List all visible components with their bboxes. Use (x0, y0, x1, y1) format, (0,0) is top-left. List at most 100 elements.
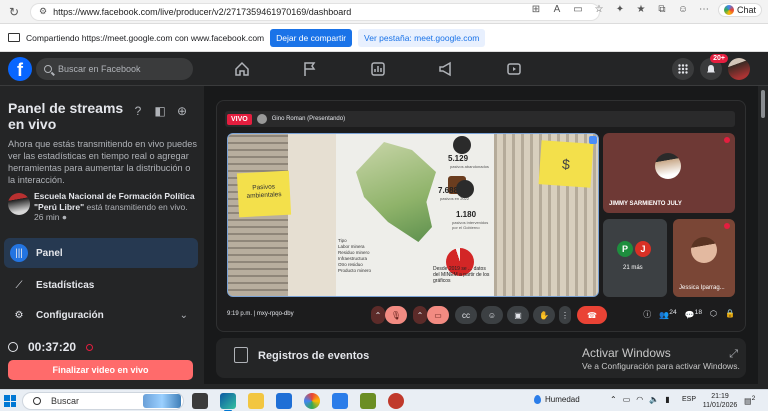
weather-widget[interactable]: Humedad (534, 395, 580, 404)
account-avatar[interactable] (728, 58, 750, 80)
participant-initial: P (617, 241, 633, 257)
edge-browser-icon[interactable] (220, 393, 236, 411)
stat-intervened-label: pasivos intervenidos por el Gobierno (452, 220, 489, 230)
camera-icon[interactable]: ▭ (571, 3, 585, 17)
map-legend: Tipo Labor minera Residuo minero Infraes… (338, 238, 371, 274)
copilot-icon (723, 5, 734, 15)
word-icon[interactable] (276, 393, 292, 409)
taskbar-clock[interactable]: 21:19 11/01/2026 (700, 392, 740, 410)
menu-item-label: Panel (36, 247, 63, 259)
live-dashboard-panel: Panel de streams en vivo ? ◧ ⊕ Ahora que… (0, 86, 204, 384)
slide-right-collage: $ (494, 134, 598, 296)
chat-icon[interactable]: 💬18 (685, 309, 702, 320)
collections-icon[interactable]: ⧉ (655, 3, 669, 17)
end-live-video-button[interactable]: Finalizar video en vivo (8, 360, 193, 380)
present-icon (589, 136, 597, 144)
streamer-time: 26 min (34, 212, 60, 222)
notifications-bell-icon[interactable]: 20+ (700, 54, 728, 80)
search-box[interactable] (36, 58, 193, 80)
reload-icon[interactable]: ↻ (6, 4, 22, 20)
participant-tile[interactable]: P J 21 más (603, 219, 667, 297)
favorite-star-icon[interactable]: ☆ (592, 3, 606, 17)
file-explorer-icon[interactable] (248, 393, 264, 409)
insights-icon[interactable] (370, 61, 386, 77)
raise-hand-button[interactable]: ✋ (533, 306, 555, 324)
mic-off-button[interactable]: 🎙 (385, 306, 407, 324)
panel-header-actions: ? ◧ ⊕ (132, 105, 188, 117)
participant-tile[interactable]: JIMMY SARMIENTO JULY (603, 133, 735, 213)
search-input[interactable] (58, 64, 188, 74)
app-available-icon[interactable]: ⊞ (529, 3, 543, 17)
event-log-title: Registros de eventos (258, 350, 370, 362)
volume-icon[interactable]: 🔈 (649, 395, 659, 404)
browser-actions: ⊞ A ▭ ☆ ✦ ★ ⧉ ☺ ⋯ Chat (529, 3, 762, 17)
streamer-info: Escuela Nacional de Formación Política "… (8, 191, 198, 225)
copilot-chat-button[interactable]: Chat (717, 3, 762, 17)
menu-item-settings[interactable]: ⚙ Configuración ⌄ (4, 300, 198, 330)
clock-time: 21:19 (711, 393, 729, 400)
activities-icon[interactable]: ⬡ (710, 309, 717, 320)
system-tray: ⌃ ▭ ◠ 🔈 ▮ (610, 395, 670, 404)
video-icon[interactable] (506, 61, 522, 77)
site-info-icon[interactable]: ⚙ (39, 6, 47, 17)
language-indicator[interactable]: ESP (682, 396, 696, 403)
tray-chevron-icon[interactable]: ⌃ (610, 395, 617, 404)
app-icon[interactable] (360, 393, 376, 409)
extensions-icon[interactable]: ✦ (613, 3, 627, 17)
windows-start-icon[interactable] (4, 395, 16, 407)
meeting-time: 9:19 p.m. (227, 311, 253, 317)
favorites-icon[interactable]: ★ (634, 3, 648, 17)
notif-count: 2 (751, 395, 756, 402)
view-tab-button[interactable]: Ver pestaña: meet.google.com (358, 28, 486, 47)
app-icon[interactable] (388, 393, 404, 409)
network-icon[interactable]: ▭ (623, 395, 631, 404)
chrome-icon[interactable] (304, 393, 320, 409)
taskbar-search[interactable]: Buscar (22, 392, 184, 410)
leave-call-button[interactable]: ☎ (577, 306, 607, 324)
scrollbar-thumb[interactable] (761, 90, 765, 118)
menu-item-label: Configuración (36, 309, 104, 321)
present-button[interactable]: ▣ (507, 306, 529, 324)
battery-icon[interactable]: ▮ (665, 395, 669, 404)
sticky-note-right: $ (538, 140, 594, 188)
pages-flag-icon[interactable] (302, 61, 318, 77)
wifi-icon[interactable]: ◠ (636, 395, 643, 404)
more-options-icon[interactable]: ⋮ (559, 306, 571, 324)
add-icon[interactable]: ⊕ (176, 105, 188, 117)
menu-item-panel[interactable]: ||| Panel (4, 238, 198, 268)
participant-avatar (655, 153, 681, 179)
task-view-icon[interactable] (192, 393, 208, 409)
stop-sharing-button[interactable]: Dejar de compartir (270, 28, 353, 47)
streamer-status: está transmitiendo en vivo. (84, 201, 188, 212)
help-icon[interactable]: ? (132, 105, 144, 117)
home-icon[interactable] (234, 61, 250, 77)
more-menu-icon[interactable]: ⋯ (697, 3, 711, 17)
streamer-avatar[interactable] (8, 193, 30, 215)
facebook-logo[interactable]: f (8, 57, 32, 81)
people-icon[interactable]: 👥24 (659, 309, 676, 320)
presenter-name: Gino Roman (Presentando) (271, 116, 346, 122)
watermark-title: Activar Windows (582, 346, 671, 360)
address-bar[interactable]: ⚙ https://www.facebook.com/live/producer… (30, 2, 600, 21)
windows-taskbar: Buscar Humedad ⌃ ▭ ◠ 🔈 ▮ ESP 21:19 11/01… (0, 389, 768, 411)
chat-label: Chat (736, 5, 756, 15)
ads-megaphone-icon[interactable] (438, 61, 454, 77)
lock-icon[interactable]: 🔒 (725, 309, 735, 320)
captions-button[interactable]: cc (455, 306, 477, 324)
menu-grid-icon[interactable] (672, 58, 694, 80)
read-aloud-icon[interactable]: A (550, 3, 564, 17)
participant-tile[interactable]: Jessica Iparrag... (673, 219, 735, 297)
emoji-button[interactable]: ☺ (481, 306, 503, 324)
camera-off-button[interactable]: ▭ (427, 306, 449, 324)
mic-options-icon[interactable]: ⌃ (371, 306, 385, 324)
profile-icon[interactable]: ☺ (676, 3, 690, 17)
camera-options-icon[interactable]: ⌃ (413, 306, 427, 324)
page-scrollbar[interactable] (758, 86, 768, 384)
collapse-panel-icon[interactable]: ◧ (154, 105, 166, 117)
info-icon[interactable]: ⓘ (643, 309, 651, 320)
mail-icon[interactable] (332, 393, 348, 409)
windows-activation-watermark: Activar Windows Ve a Configuración para … (582, 346, 740, 371)
menu-item-statistics[interactable]: ⟋ Estadísticas (4, 270, 198, 300)
live-badge: VIVO (227, 113, 252, 125)
notification-center-icon[interactable]: ▤2 (744, 395, 755, 406)
